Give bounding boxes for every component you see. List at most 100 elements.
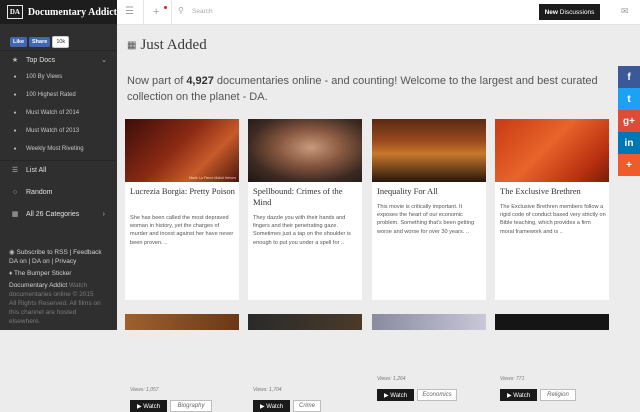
footer-line: this channel are hosted	[9, 309, 77, 316]
footer-line: Watch	[68, 282, 88, 289]
doc-thumbnail[interactable]	[495, 119, 609, 182]
doc-card[interactable]: Marie La Fievre Mabel Heinen Lucrezia Bo…	[125, 119, 239, 412]
notification-dot	[164, 6, 167, 9]
linkedin-icon: in	[624, 137, 634, 149]
doc-thumbnail[interactable]	[495, 314, 609, 330]
watch-button[interactable]: ▶ Watch	[253, 400, 290, 412]
share-google-plus-button[interactable]: g+	[618, 110, 640, 132]
share-more-button[interactable]: +	[618, 154, 640, 176]
watch-button[interactable]: ▶ Watch	[130, 400, 167, 412]
doc-thumbnail[interactable]	[248, 314, 362, 330]
sidebar-item-label: List All	[26, 166, 47, 174]
doc-views: Views: 1,264	[377, 376, 406, 382]
sidebar-item-label: 100 By Views	[26, 74, 63, 80]
doc-thumbnail[interactable]	[372, 314, 486, 330]
star-icon: ★	[11, 57, 19, 64]
doc-thumbnail[interactable]	[125, 314, 239, 330]
doc-description: She has been called the most depraved wo…	[130, 215, 234, 246]
new-discussions-button[interactable]: New Discussions	[539, 4, 600, 20]
facebook-like-count: 10k	[52, 36, 70, 48]
site-logo[interactable]: DA Documentary Addict	[0, 0, 117, 24]
plus-icon: +	[626, 159, 632, 171]
doc-thumbnail[interactable]: Marie La Fievre Mabel Heinen	[125, 119, 239, 182]
footer-links-row[interactable]: ◉ Subscribe to RSS | Feedback	[9, 248, 113, 257]
doc-description: This movie is critically important. It e…	[377, 204, 475, 235]
doc-title[interactable]: Spellbound: Crimes of the Mind	[253, 186, 359, 208]
share-facebook-button[interactable]: f	[618, 66, 640, 88]
facebook-widget: Like Share 10k	[10, 36, 70, 48]
chat-icon[interactable]: ✉	[621, 6, 629, 17]
doc-card[interactable]: Spellbound: Crimes of the Mind They dazz…	[248, 119, 362, 412]
doc-thumbnail[interactable]	[372, 119, 486, 182]
documentary-count: 4,927	[186, 75, 214, 87]
bullet-icon: ●	[13, 92, 17, 98]
doc-title[interactable]: Lucrezia Borgia: Pretty Poison	[130, 186, 236, 197]
share-linkedin-button[interactable]: in	[618, 132, 640, 154]
share-twitter-button[interactable]: t	[618, 88, 640, 110]
sidebar-subitem-must-watch-2014[interactable]: ● Must Watch of 2014	[0, 109, 117, 117]
rss-icon: ◉	[9, 249, 15, 256]
category-tag[interactable]: Crime	[293, 400, 321, 412]
facebook-share-button[interactable]: Share	[29, 37, 51, 47]
bullet-icon: ●	[13, 128, 17, 134]
sidebar-item-top-docs[interactable]: ★ Top Docs ⌄	[0, 55, 117, 65]
sidebar-subitem-100-by-views[interactable]: ● 100 By Views	[0, 73, 117, 81]
sidebar-subitem-weekly-most-riveting[interactable]: ● Weekly Most Riveting	[0, 145, 117, 153]
watch-button[interactable]: ▶ Watch	[500, 389, 537, 401]
facebook-icon: f	[627, 71, 631, 83]
grid-icon: ▦	[11, 211, 19, 218]
thumbnail-caption: Marie La Fievre Mabel Heinen	[189, 176, 236, 180]
sidebar-item-all-categories[interactable]: ▦ All 26 Categories ›	[0, 209, 117, 219]
twitter-icon: t	[627, 93, 631, 105]
site-name: Documentary Addict	[27, 6, 117, 18]
bumper-sticker-link[interactable]: ♦ The Bumper Sticker	[9, 269, 113, 278]
doc-views: Views: 1,057	[130, 387, 159, 393]
doc-title[interactable]: Inequality For All	[377, 186, 483, 197]
footer-line: DA on | DA on | Privacy	[9, 258, 77, 265]
sidebar-item-label: Top Docs	[26, 56, 56, 64]
chevron-right-icon: ›	[102, 210, 105, 218]
list-icon: ☰	[11, 167, 19, 174]
footer-line: elsewhere.	[9, 318, 41, 325]
sidebar-divider	[0, 50, 117, 51]
random-icon: ○	[12, 188, 18, 196]
category-tag[interactable]: Religion	[540, 389, 576, 401]
new-discussions-label: New Discussions	[544, 8, 595, 16]
logo-mark: DA	[7, 5, 23, 19]
film-icon: ▦	[127, 40, 137, 51]
sidebar-item-label: Must Watch of 2013	[26, 128, 80, 134]
sidebar-item-label: 100 Highest Rated	[26, 92, 76, 98]
add-icon[interactable]: +	[153, 6, 159, 18]
google-plus-icon: g+	[623, 115, 635, 127]
doc-thumbnail[interactable]	[248, 119, 362, 182]
sidebar-divider	[0, 160, 117, 161]
sidebar-item-label: Random	[26, 188, 53, 196]
sidebar-item-list-all[interactable]: ☰ List All	[0, 165, 117, 175]
menu-icon[interactable]: ☰	[125, 6, 134, 17]
search-input[interactable]: Search	[192, 8, 213, 15]
footer-line: documentaries online © 2015	[9, 291, 94, 298]
facebook-like-button[interactable]: Like	[10, 37, 28, 47]
watch-label: ▶ Watch	[383, 392, 408, 399]
doc-card[interactable]: The Exclusive Brethren The Exclusive Bre…	[495, 119, 609, 401]
watch-button[interactable]: ▶ Watch	[377, 389, 414, 401]
footer-links-row[interactable]: DA on | DA on | Privacy	[9, 257, 113, 266]
page-header: ▦ Just Added	[127, 37, 207, 54]
footer-line: All Rights Reserved. All films on	[9, 300, 101, 307]
sidebar-subitem-100-highest-rated[interactable]: ● 100 Highest Rated	[0, 91, 117, 99]
top-bar: ☰ + ⚲ Search New Discussions ✉	[117, 0, 640, 25]
footer-line: The Bumper Sticker	[14, 270, 72, 277]
category-tag[interactable]: Economics	[417, 389, 457, 401]
doc-views: Views: 1,704	[253, 387, 282, 393]
doc-description: The Exclusive Brethren members follow a …	[500, 204, 606, 235]
search-icon[interactable]: ⚲	[178, 6, 184, 15]
tag-icon: ♦	[9, 270, 13, 277]
doc-card[interactable]: Inequality For All This movie is critica…	[372, 119, 486, 401]
doc-title[interactable]: The Exclusive Brethren	[500, 186, 606, 197]
category-tag[interactable]: Biography	[170, 400, 212, 412]
sidebar-item-random[interactable]: ○ Random	[0, 187, 117, 197]
toolbar-divider	[171, 0, 172, 24]
sidebar-subitem-must-watch-2013[interactable]: ● Must Watch of 2013	[0, 127, 117, 135]
watch-label: ▶ Watch	[506, 392, 531, 399]
intro-text: Now part of 4,927 documentaries online -…	[127, 73, 612, 105]
